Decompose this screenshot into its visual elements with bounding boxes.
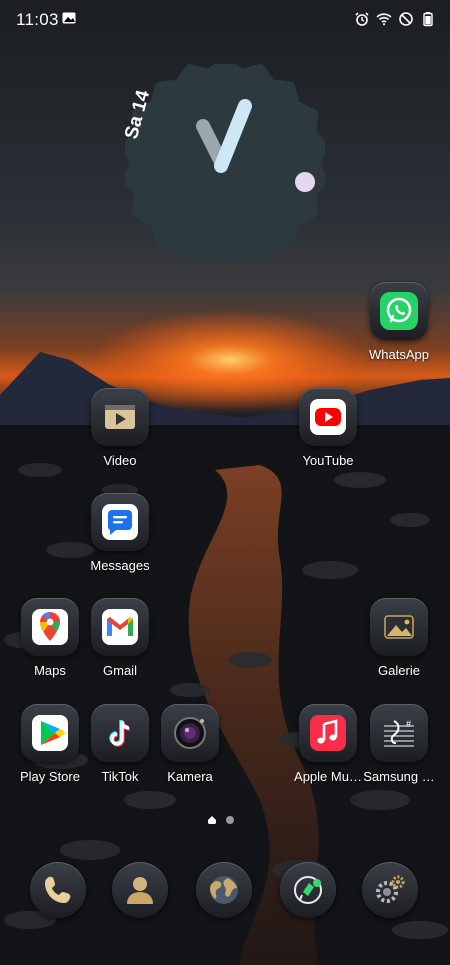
settings-icon	[376, 875, 405, 903]
app-label: Video	[103, 453, 137, 468]
dnd-icon	[399, 12, 413, 26]
app-video[interactable]: Video	[80, 388, 160, 468]
page-indicator[interactable]	[207, 815, 234, 825]
music-icon	[310, 715, 346, 751]
app-label: Play Store	[20, 769, 80, 784]
app-whatsapp[interactable]: WhatsApp	[359, 282, 439, 362]
app-label: Maps	[34, 663, 66, 678]
globe-icon	[210, 876, 238, 904]
app-gmail[interactable]: Gmail	[80, 598, 160, 678]
dock-contacts[interactable]	[100, 862, 180, 918]
app-youtube[interactable]: YouTube	[288, 388, 368, 468]
app-label: Kamera	[167, 769, 213, 784]
app-label: Samsung …	[363, 769, 435, 784]
app-galerie[interactable]: Galerie	[359, 598, 439, 678]
app-label: YouTube	[302, 453, 354, 468]
camera-icon	[174, 717, 206, 749]
status-bar: 11:03	[0, 0, 450, 40]
app-playstore[interactable]: Play Store	[10, 704, 90, 784]
dock-browser[interactable]	[184, 862, 264, 918]
app-label: WhatsApp	[369, 347, 429, 362]
messages-icon	[102, 504, 138, 540]
app-applemusic[interactable]: Apple Mu…	[288, 704, 368, 784]
app-label: Messages	[90, 558, 150, 573]
app-label: Gmail	[103, 663, 137, 678]
chat-icon	[294, 876, 322, 904]
app-messages[interactable]: Messages	[80, 493, 160, 573]
gallery-icon	[384, 615, 414, 639]
play-store-icon	[32, 715, 68, 751]
video-icon	[105, 405, 135, 429]
svg-text:#: #	[406, 719, 411, 729]
whatsapp-icon	[380, 292, 418, 330]
wifi-icon	[376, 13, 392, 26]
app-samsungmusic[interactable]: # Samsung …	[359, 704, 439, 784]
app-maps[interactable]: Maps	[10, 598, 90, 678]
dock-settings[interactable]	[350, 862, 430, 918]
samsung-music-icon: #	[384, 719, 414, 747]
alarm-icon	[355, 12, 369, 26]
youtube-icon	[310, 399, 346, 435]
phone-icon	[45, 876, 71, 903]
dock-messaging[interactable]	[268, 862, 348, 918]
dock-phone[interactable]	[18, 862, 98, 918]
tiktok-icon	[109, 719, 131, 747]
maps-icon	[32, 609, 68, 645]
contacts-icon	[127, 877, 153, 904]
home-page-icon	[208, 816, 216, 824]
gmail-icon	[102, 609, 138, 645]
status-time: 11:03	[16, 10, 59, 29]
battery-icon	[423, 12, 433, 27]
app-label: TikTok	[101, 769, 139, 784]
page-dot	[226, 816, 234, 824]
app-tiktok[interactable]: TikTok	[80, 704, 160, 784]
status-icons	[354, 11, 436, 27]
gallery-notification-icon	[62, 12, 76, 24]
app-label: Apple Mu…	[294, 769, 362, 784]
app-kamera[interactable]: Kamera	[150, 704, 230, 784]
app-label: Galerie	[378, 663, 420, 678]
